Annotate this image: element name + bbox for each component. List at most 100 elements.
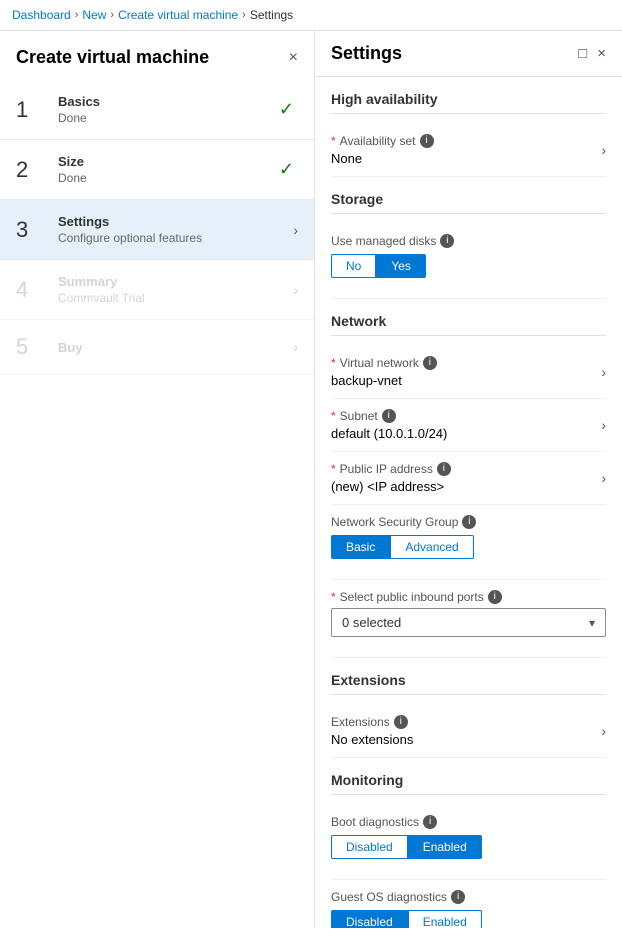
boot-diagnostics-info-icon[interactable]: i [423, 815, 437, 829]
subnet-label: Subnet i [331, 409, 447, 423]
create-vm-title: Create virtual machine [16, 47, 209, 68]
availability-set-label: Availability set i [331, 134, 434, 148]
availability-set-chevron-icon: › [601, 142, 606, 158]
nsg-field: Network Security Group i Basic Advanced [331, 505, 606, 580]
breadcrumb-settings: Settings [250, 8, 293, 22]
boot-diagnostics-enabled-button[interactable]: Enabled [408, 835, 482, 859]
managed-disks-no-button[interactable]: No [331, 254, 376, 278]
step-1-check-icon: ✓ [279, 99, 294, 120]
extensions-info: Extensions i No extensions [331, 715, 413, 747]
extensions-field[interactable]: Extensions i No extensions › [331, 705, 606, 758]
step-4-sub: Commvault Trial [58, 291, 289, 305]
inbound-ports-value: 0 selected [342, 615, 401, 630]
inbound-ports-field: Select public inbound ports i 0 selected… [331, 580, 606, 658]
nsg-info-icon[interactable]: i [462, 515, 476, 529]
breadcrumb-new[interactable]: New [82, 8, 106, 22]
boot-diagnostics-field: Boot diagnostics i Disabled Enabled [331, 805, 606, 880]
section-extensions: Extensions [331, 658, 606, 695]
right-panel-close-button[interactable]: × [597, 45, 606, 62]
step-3-number: 3 [16, 217, 48, 243]
subnet-info: Subnet i default (10.0.1.0/24) [331, 409, 447, 441]
step-3-sub: Configure optional features [58, 231, 289, 245]
virtual-network-value: backup-vnet [331, 373, 437, 388]
step-2-size[interactable]: 2 Size Done ✓ [0, 140, 314, 200]
step-5-name: Buy [58, 340, 289, 355]
section-high-availability: High availability [331, 77, 606, 114]
virtual-network-field[interactable]: Virtual network i backup-vnet › [331, 346, 606, 399]
right-content: High availability Availability set i Non… [315, 77, 622, 928]
public-ip-field[interactable]: Public IP address i (new) <IP address> › [331, 452, 606, 505]
public-ip-value: (new) <IP address> [331, 479, 451, 494]
step-4-chevron-icon: › [293, 282, 298, 298]
extensions-label: Extensions i [331, 715, 413, 729]
breadcrumb: Dashboard › New › Create virtual machine… [0, 0, 622, 31]
left-panel: Create virtual machine × 1 Basics Done ✓… [0, 31, 315, 928]
subnet-value: default (10.0.1.0/24) [331, 426, 447, 441]
step-1-info: Basics Done [58, 94, 279, 125]
managed-disks-field: Use managed disks i No Yes [331, 224, 606, 299]
boot-diagnostics-label: Boot diagnostics i [331, 815, 606, 829]
section-network: Network [331, 299, 606, 336]
extensions-value: No extensions [331, 732, 413, 747]
step-4-number: 4 [16, 277, 48, 303]
step-2-number: 2 [16, 157, 48, 183]
step-1-number: 1 [16, 97, 48, 123]
subnet-field[interactable]: Subnet i default (10.0.1.0/24) › [331, 399, 606, 452]
step-3-settings[interactable]: 3 Settings Configure optional features › [0, 200, 314, 260]
guest-os-diagnostics-enabled-button[interactable]: Enabled [408, 910, 482, 928]
nsg-toggle: Basic Advanced [331, 535, 606, 559]
availability-set-info-icon[interactable]: i [420, 134, 434, 148]
availability-set-field[interactable]: Availability set i None › [331, 124, 606, 177]
availability-set-info: Availability set i None [331, 134, 434, 166]
nsg-label: Network Security Group i [331, 515, 606, 529]
inbound-ports-label: Select public inbound ports i [331, 590, 606, 604]
public-ip-info-icon[interactable]: i [437, 462, 451, 476]
virtual-network-info: Virtual network i backup-vnet [331, 356, 437, 388]
virtual-network-info-icon[interactable]: i [423, 356, 437, 370]
managed-disks-yes-button[interactable]: Yes [376, 254, 426, 278]
step-3-info: Settings Configure optional features [58, 214, 289, 245]
step-5-info: Buy [58, 340, 289, 355]
step-5-number: 5 [16, 334, 48, 360]
managed-disks-label: Use managed disks i [331, 234, 606, 248]
nsg-basic-button[interactable]: Basic [331, 535, 390, 559]
extensions-chevron-icon: › [601, 723, 606, 739]
left-panel-header: Create virtual machine × [0, 31, 314, 80]
boot-diagnostics-disabled-button[interactable]: Disabled [331, 835, 408, 859]
guest-os-diagnostics-label: Guest OS diagnostics i [331, 890, 606, 904]
guest-os-diagnostics-info-icon[interactable]: i [451, 890, 465, 904]
guest-os-diagnostics-field: Guest OS diagnostics i Disabled Enabled [331, 880, 606, 928]
step-5-chevron-icon: › [293, 339, 298, 355]
maximize-button[interactable]: □ [578, 45, 587, 62]
guest-os-diagnostics-disabled-button[interactable]: Disabled [331, 910, 408, 928]
header-icon-group: □ × [578, 45, 606, 62]
inbound-ports-chevron-icon: ▾ [589, 616, 595, 630]
left-panel-close-button[interactable]: × [289, 49, 298, 67]
section-monitoring: Monitoring [331, 758, 606, 795]
step-1-basics[interactable]: 1 Basics Done ✓ [0, 80, 314, 140]
inbound-ports-select[interactable]: 0 selected ▾ [331, 608, 606, 637]
subnet-info-icon[interactable]: i [382, 409, 396, 423]
inbound-ports-info-icon[interactable]: i [488, 590, 502, 604]
public-ip-label: Public IP address i [331, 462, 451, 476]
step-3-name: Settings [58, 214, 289, 229]
managed-disks-info-icon[interactable]: i [440, 234, 454, 248]
step-2-check-icon: ✓ [279, 159, 294, 180]
public-ip-chevron-icon: › [601, 470, 606, 486]
breadcrumb-sep-1: › [75, 9, 79, 21]
extensions-info-icon[interactable]: i [394, 715, 408, 729]
right-panel-header: Settings □ × [315, 31, 622, 77]
breadcrumb-dashboard[interactable]: Dashboard [12, 8, 71, 22]
section-storage: Storage [331, 177, 606, 214]
step-2-info: Size Done [58, 154, 279, 185]
step-4-summary: 4 Summary Commvault Trial › [0, 260, 314, 320]
breadcrumb-sep-3: › [242, 9, 246, 21]
step-2-sub: Done [58, 171, 279, 185]
public-ip-info: Public IP address i (new) <IP address> [331, 462, 451, 494]
breadcrumb-sep-2: › [110, 9, 114, 21]
subnet-chevron-icon: › [601, 417, 606, 433]
breadcrumb-create-vm[interactable]: Create virtual machine [118, 8, 238, 22]
nsg-advanced-button[interactable]: Advanced [390, 535, 473, 559]
step-1-sub: Done [58, 111, 279, 125]
boot-diagnostics-toggle: Disabled Enabled [331, 835, 606, 859]
